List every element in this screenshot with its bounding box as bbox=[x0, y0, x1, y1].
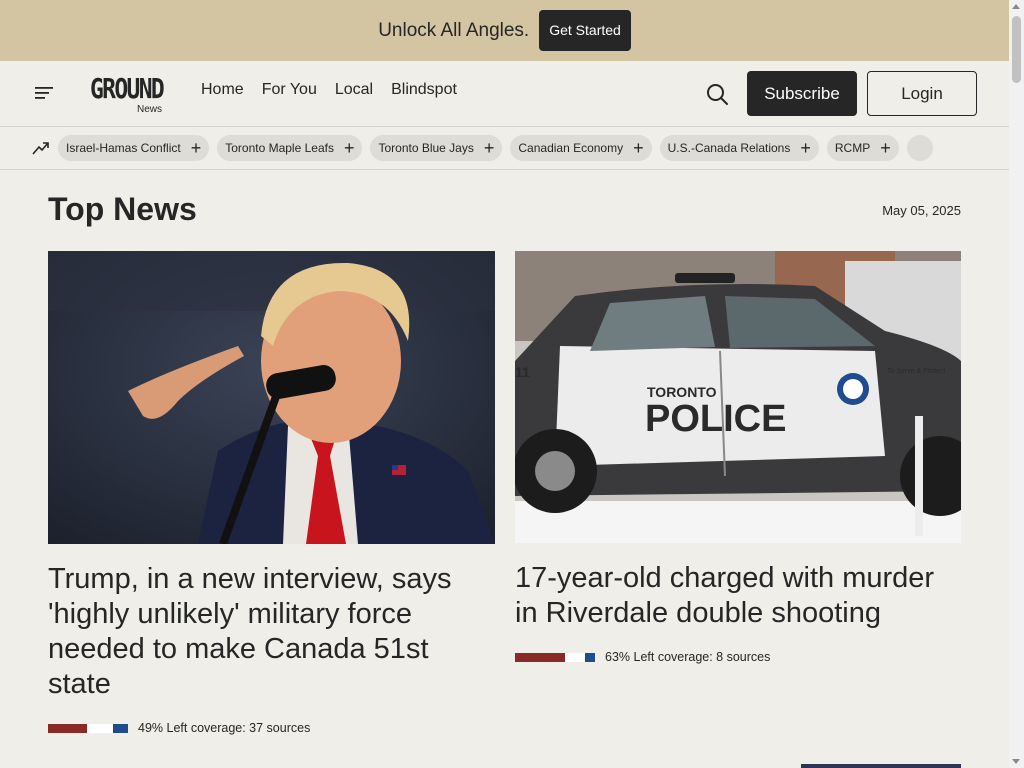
police-word-text: POLICE bbox=[645, 398, 786, 440]
story-image[interactable] bbox=[48, 251, 495, 544]
login-button[interactable]: Login bbox=[867, 71, 977, 116]
topic-label: Toronto Maple Leafs bbox=[225, 141, 334, 155]
logo-wordmark: GROUND bbox=[90, 72, 165, 105]
promo-text: Unlock All Angles. bbox=[378, 19, 530, 41]
promo-banner: Unlock All Angles. Get Started bbox=[0, 0, 1009, 61]
page-title: Top News bbox=[48, 191, 197, 227]
next-story-image[interactable] bbox=[801, 764, 961, 768]
topic-label: Canadian Economy bbox=[518, 141, 624, 155]
bias-left-segment bbox=[48, 723, 88, 733]
topic-label bbox=[915, 141, 925, 155]
story-title[interactable]: 17-year-old charged with murder in River… bbox=[515, 561, 961, 631]
bias-right-segment bbox=[585, 652, 595, 662]
plus-icon[interactable]: + bbox=[800, 139, 811, 157]
page-scrollbar[interactable] bbox=[1009, 0, 1024, 768]
topic-label: Toronto Blue Jays bbox=[378, 141, 474, 155]
nav-local[interactable]: Local bbox=[335, 81, 373, 99]
plus-icon[interactable]: + bbox=[484, 139, 495, 157]
scrollbar-thumb[interactable] bbox=[1012, 16, 1021, 83]
coverage-text: 49% Left coverage: 37 sources bbox=[138, 721, 311, 735]
police-badge-text: To Serve & Protect bbox=[887, 368, 945, 375]
topic-chip[interactable]: U.S.-Canada Relations + bbox=[659, 135, 819, 161]
plus-icon[interactable]: + bbox=[633, 139, 644, 157]
nav-home[interactable]: Home bbox=[201, 81, 244, 99]
topic-chip[interactable]: Toronto Maple Leafs + bbox=[217, 135, 363, 161]
story-title[interactable]: Trump, in a new interview, says 'highly … bbox=[48, 562, 495, 702]
ground-news-logo[interactable]: GROUND News bbox=[90, 72, 165, 116]
story-card[interactable]: TORONTO POLICE To Serve & Protect 11 17-… bbox=[515, 251, 961, 664]
main-nav: Home For You Local Blindspot bbox=[201, 81, 457, 99]
trending-topics-bar: Israel-Hamas Conflict + Toronto Maple Lea… bbox=[0, 127, 1009, 170]
plus-icon[interactable]: + bbox=[880, 139, 891, 157]
coverage-summary: 63% Left coverage: 8 sources bbox=[515, 650, 961, 664]
topic-chips: Israel-Hamas Conflict + Toronto Maple Lea… bbox=[58, 135, 933, 161]
story-card[interactable]: Trump, in a new interview, says 'highly … bbox=[48, 251, 495, 735]
scroll-down-icon[interactable] bbox=[1012, 759, 1020, 764]
topic-chip[interactable] bbox=[906, 135, 933, 161]
scroll-up-icon[interactable] bbox=[1012, 4, 1020, 9]
story-image[interactable]: TORONTO POLICE To Serve & Protect 11 bbox=[515, 251, 961, 543]
coverage-text: 63% Left coverage: 8 sources bbox=[605, 650, 771, 664]
bias-bar bbox=[515, 652, 595, 662]
search-icon[interactable] bbox=[705, 82, 729, 106]
topic-chip[interactable]: Canadian Economy + bbox=[510, 135, 652, 161]
car-number-text: 11 bbox=[515, 364, 530, 380]
bias-right-segment bbox=[112, 723, 128, 733]
bias-center-segment bbox=[87, 723, 113, 733]
bias-bar bbox=[48, 723, 128, 733]
nav-for-you[interactable]: For You bbox=[262, 81, 317, 99]
coverage-summary: 49% Left coverage: 37 sources bbox=[48, 721, 495, 735]
topic-chip[interactable]: Toronto Blue Jays + bbox=[370, 135, 503, 161]
bias-left-segment bbox=[515, 652, 566, 662]
topic-label: RCMP bbox=[834, 141, 871, 155]
menu-icon[interactable] bbox=[34, 85, 54, 101]
get-started-button[interactable]: Get Started bbox=[539, 10, 631, 51]
date-label: May 05, 2025 bbox=[882, 203, 961, 218]
logo-subtext: News bbox=[136, 104, 162, 115]
subscribe-button[interactable]: Subscribe bbox=[747, 71, 857, 116]
topic-label: Israel-Hamas Conflict bbox=[66, 141, 181, 155]
site-header: GROUND News Home For You Local Blindspot… bbox=[0, 61, 1009, 127]
topic-chip[interactable]: Israel-Hamas Conflict + bbox=[58, 135, 210, 161]
trending-icon bbox=[32, 142, 49, 155]
nav-blindspot[interactable]: Blindspot bbox=[391, 81, 457, 99]
topic-label: U.S.-Canada Relations bbox=[667, 141, 791, 155]
plus-icon[interactable]: + bbox=[191, 139, 202, 157]
plus-icon[interactable]: + bbox=[344, 139, 355, 157]
bias-center-segment bbox=[565, 652, 586, 662]
topic-chip[interactable]: RCMP + bbox=[826, 135, 899, 161]
